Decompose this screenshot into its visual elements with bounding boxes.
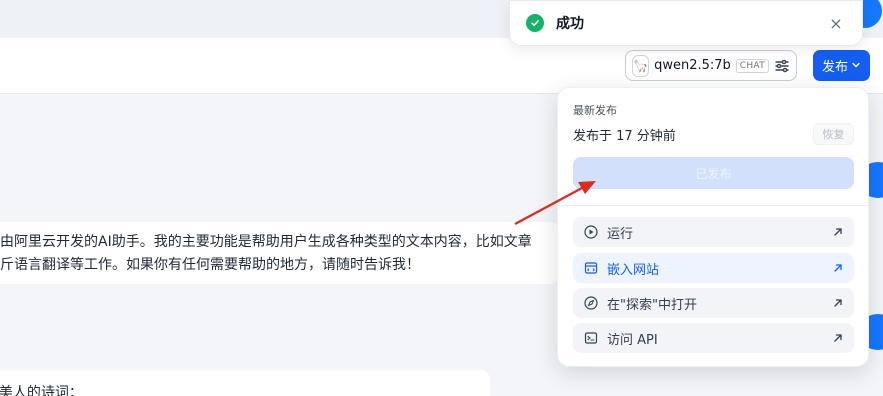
model-name: qwen2.5:7b [654, 58, 731, 73]
publish-panel: 最新发布 发布于 17 分钟前 恢复 已发布 运行 嵌入网站 在"探索"中打开 … [557, 87, 870, 367]
close-icon[interactable]: × [826, 14, 846, 33]
panel-subtitle: 最新发布 [573, 104, 617, 117]
embed-icon [583, 260, 599, 276]
publish-button[interactable]: 发布 [813, 50, 870, 81]
compass-icon [583, 295, 599, 311]
toast-message: 成功 [556, 16, 584, 32]
menu-item-label: 运行 [607, 226, 634, 242]
menu-item-label: 在"探索"中打开 [607, 297, 697, 313]
chevron-down-icon [851, 58, 861, 73]
restore-button[interactable]: 恢复 [813, 123, 854, 145]
published-time: 发布于 17 分钟前 [573, 129, 676, 144]
llama-avatar-icon: 🦙 [632, 54, 650, 77]
arrow-up-right-icon [832, 262, 844, 274]
arrow-up-right-icon [832, 332, 844, 344]
arrow-up-right-icon [832, 226, 844, 238]
embed-website-menu-item[interactable]: 嵌入网站 [573, 253, 854, 283]
model-avatar-glyph: 🦙 [633, 58, 649, 73]
message-line: 由阿里云开发的AI助手。我的主要功能是帮助用户生成各种类型的文本内容，比如文章 [0, 234, 532, 250]
success-toast: 成功 × [509, 0, 863, 46]
message-line: 斤语言翻译等工作。如果你有任何需要帮助的地方，请随时告诉我！ [0, 257, 420, 273]
message-line: f美人的诗词： [0, 385, 83, 396]
model-type-badge: CHAT [735, 58, 769, 73]
divider [558, 205, 870, 206]
model-selector[interactable]: 🦙 qwen2.5:7b CHAT [625, 50, 797, 81]
run-menu-item[interactable]: 运行 [573, 217, 854, 247]
play-circle-icon [583, 224, 599, 240]
assistant-message: 由阿里云开发的AI助手。我的主要功能是帮助用户生成各种类型的文本内容，比如文章 … [0, 222, 560, 284]
arrow-up-right-icon [832, 297, 844, 309]
terminal-icon [583, 330, 599, 346]
user-message: f美人的诗词： [0, 370, 490, 396]
publish-button-label: 发布 [821, 59, 848, 74]
menu-item-label: 访问 API [607, 332, 658, 348]
check-circle-icon [526, 14, 544, 32]
access-api-menu-item[interactable]: 访问 API [573, 323, 854, 353]
published-button[interactable]: 已发布 [573, 157, 854, 189]
open-in-explore-menu-item[interactable]: 在"探索"中打开 [573, 288, 854, 318]
menu-item-label: 嵌入网站 [607, 262, 660, 278]
sliders-icon[interactable] [774, 57, 790, 75]
